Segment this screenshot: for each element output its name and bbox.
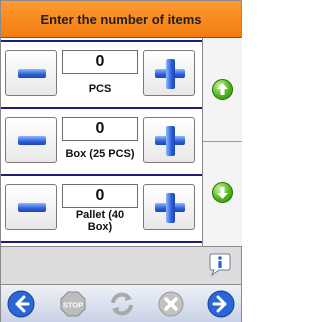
back-button[interactable]: [7, 290, 35, 318]
quantity-row-pcs: 0 PCS: [1, 45, 202, 111]
pallet-value-field[interactable]: 0: [62, 184, 138, 208]
decrement-box-button[interactable]: [5, 117, 57, 163]
cancel-button[interactable]: [157, 290, 185, 318]
minus-icon: [18, 136, 46, 145]
quantity-panel: 0 PCS 0 Box (25 PCS) 0 Pallet (40 Box): [1, 38, 202, 246]
stop-label: STOP: [63, 301, 83, 310]
increment-pallet-button[interactable]: [143, 184, 195, 230]
pallet-unit-label: Pallet (40 Box): [75, 209, 125, 233]
app-window: Enter the number of items 0 PCS 0 Box (2…: [0, 0, 242, 322]
increment-pcs-button[interactable]: [143, 50, 195, 96]
minus-icon: [18, 203, 46, 212]
info-icon[interactable]: [207, 253, 233, 277]
scroll-panel: [202, 38, 242, 246]
minus-icon: [18, 69, 46, 78]
quantity-row-box: 0 Box (25 PCS): [1, 112, 202, 178]
arrow-up-icon: [217, 83, 228, 95]
scroll-up-button[interactable]: [212, 79, 233, 100]
header-bar: Enter the number of items: [1, 1, 241, 38]
box-unit-label: Box (25 PCS): [65, 148, 135, 160]
info-area: [1, 246, 241, 285]
pcs-unit-label: PCS: [88, 83, 112, 95]
decrement-pallet-button[interactable]: [5, 184, 57, 230]
quantity-row-pallet: 0 Pallet (40 Box): [1, 179, 202, 245]
page-title: Enter the number of items: [40, 11, 202, 27]
forward-button[interactable]: [207, 290, 235, 318]
footer-toolbar: STOP: [1, 284, 241, 322]
arrow-down-icon: [217, 187, 228, 199]
scroll-down-button[interactable]: [212, 182, 233, 203]
increment-box-button[interactable]: [143, 117, 195, 163]
refresh-button[interactable]: [108, 290, 136, 318]
decrement-pcs-button[interactable]: [5, 50, 57, 96]
row-separator: [1, 40, 202, 42]
box-value-field[interactable]: 0: [62, 117, 138, 141]
pcs-value-field[interactable]: 0: [62, 50, 138, 74]
stop-button[interactable]: STOP: [59, 290, 87, 318]
